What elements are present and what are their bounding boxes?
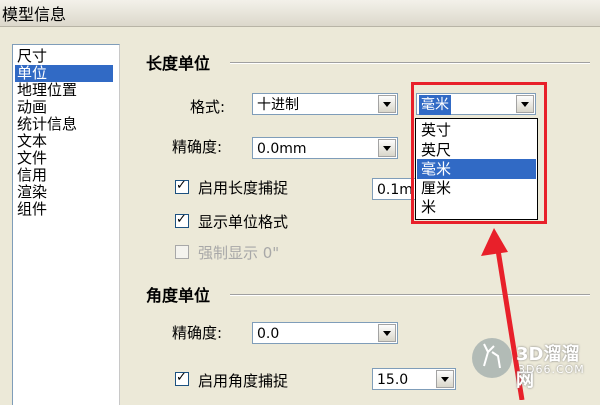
watermark-logo: 3D溜溜网 3D66.COM	[470, 330, 592, 391]
watermark-url: 3D66.COM	[518, 363, 585, 376]
